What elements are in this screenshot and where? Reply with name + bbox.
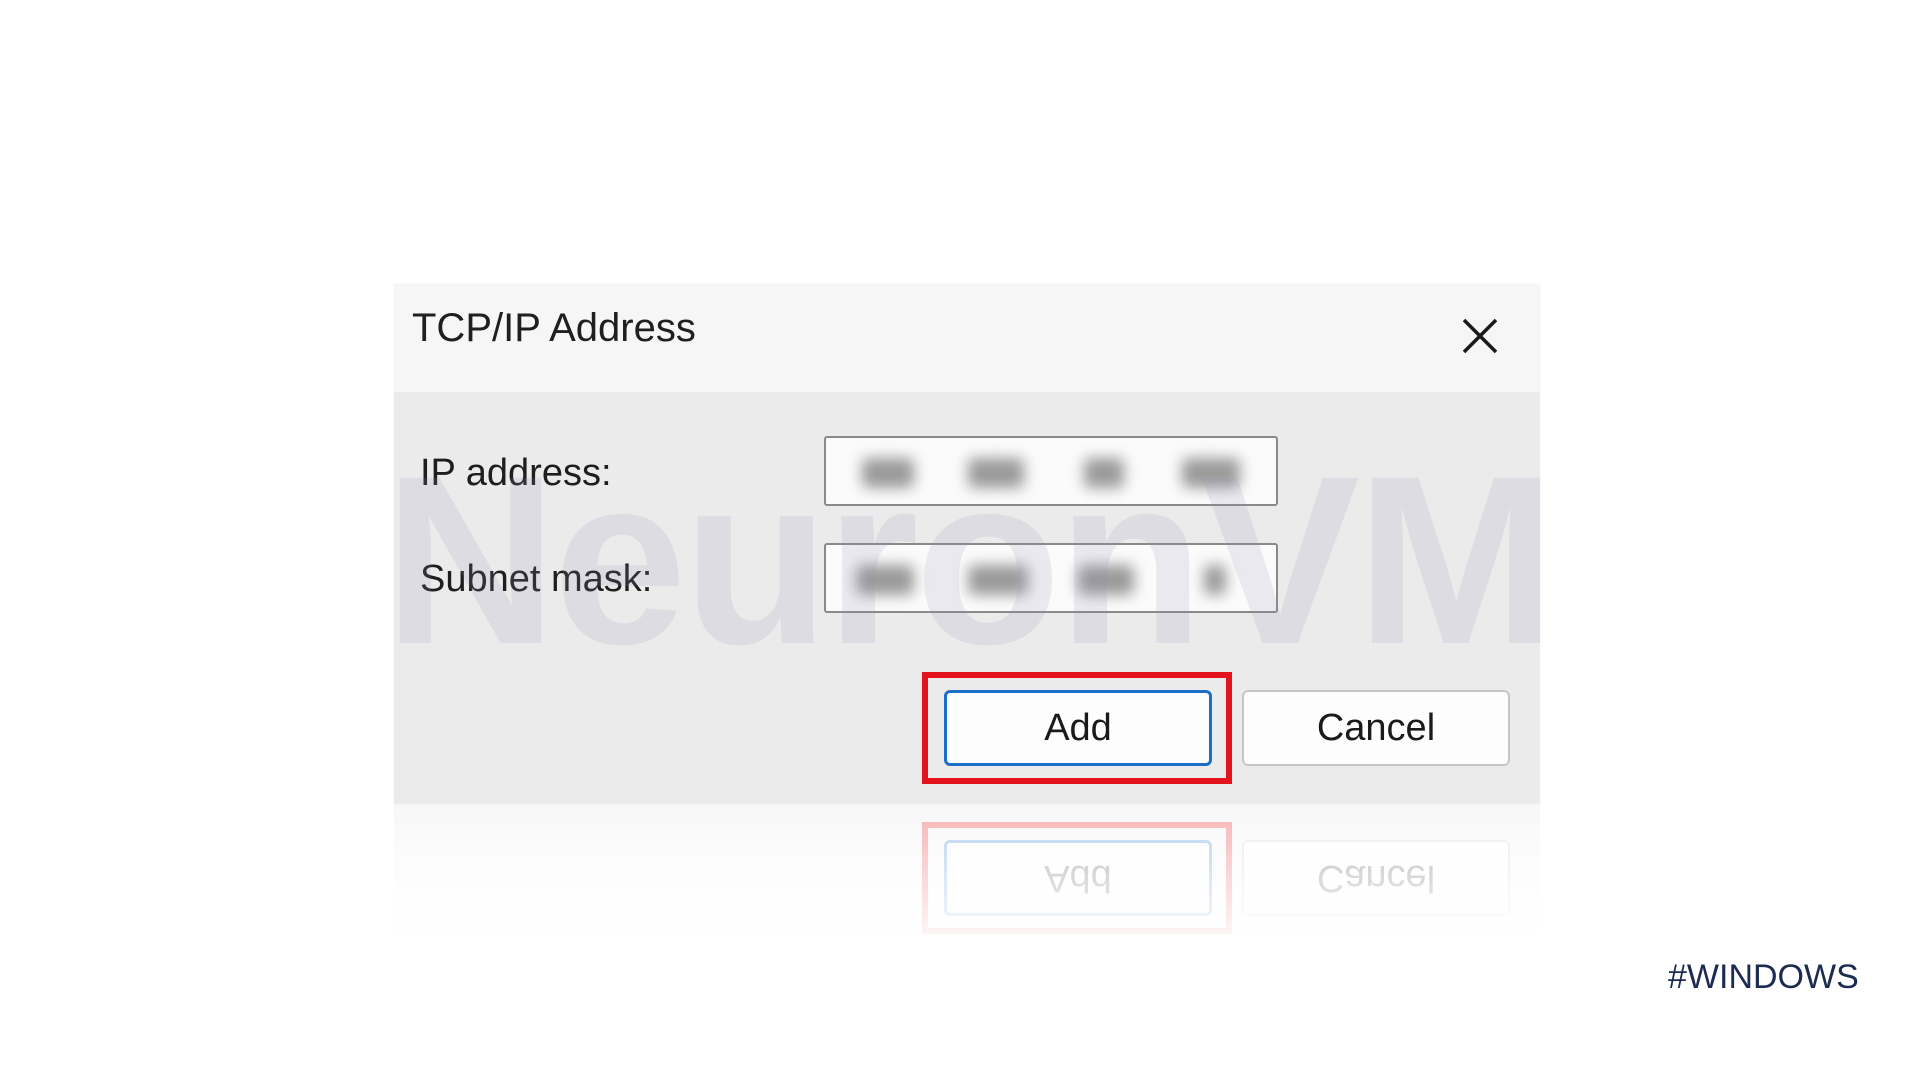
subnet-mask-label: Subnet mask: xyxy=(420,558,653,600)
ip-octet-3 xyxy=(1084,458,1124,488)
dialog-title: TCP/IP Address xyxy=(412,306,696,350)
ip-octet-4 xyxy=(1182,458,1240,488)
screenshot-stage: TCP/IP Address IP address: Subnet mask: … xyxy=(0,0,1920,1080)
mask-octet-2 xyxy=(968,565,1028,595)
reflection-cancel-button: Cancel xyxy=(1242,840,1510,916)
reflection-add-button: Add xyxy=(944,840,1212,916)
tcpip-address-dialog: TCP/IP Address IP address: Subnet mask: … xyxy=(394,284,1540,804)
ip-address-field[interactable] xyxy=(824,436,1278,506)
add-button[interactable]: Add xyxy=(944,690,1212,766)
ip-octet-1 xyxy=(862,458,914,488)
mask-octet-3 xyxy=(1078,565,1134,595)
category-tag: #WINDOWS xyxy=(1668,958,1859,996)
close-button[interactable] xyxy=(1450,306,1510,366)
dialog-reflection: Add Cancel xyxy=(394,804,1540,954)
mask-octet-1 xyxy=(856,565,914,595)
ip-address-label: IP address: xyxy=(420,452,612,494)
mask-octet-4 xyxy=(1204,565,1226,595)
ip-octet-2 xyxy=(968,458,1024,488)
dialog-titlebar: TCP/IP Address xyxy=(394,284,1540,392)
cancel-button[interactable]: Cancel xyxy=(1242,690,1510,766)
close-icon xyxy=(1462,318,1498,354)
subnet-mask-field[interactable] xyxy=(824,543,1278,613)
